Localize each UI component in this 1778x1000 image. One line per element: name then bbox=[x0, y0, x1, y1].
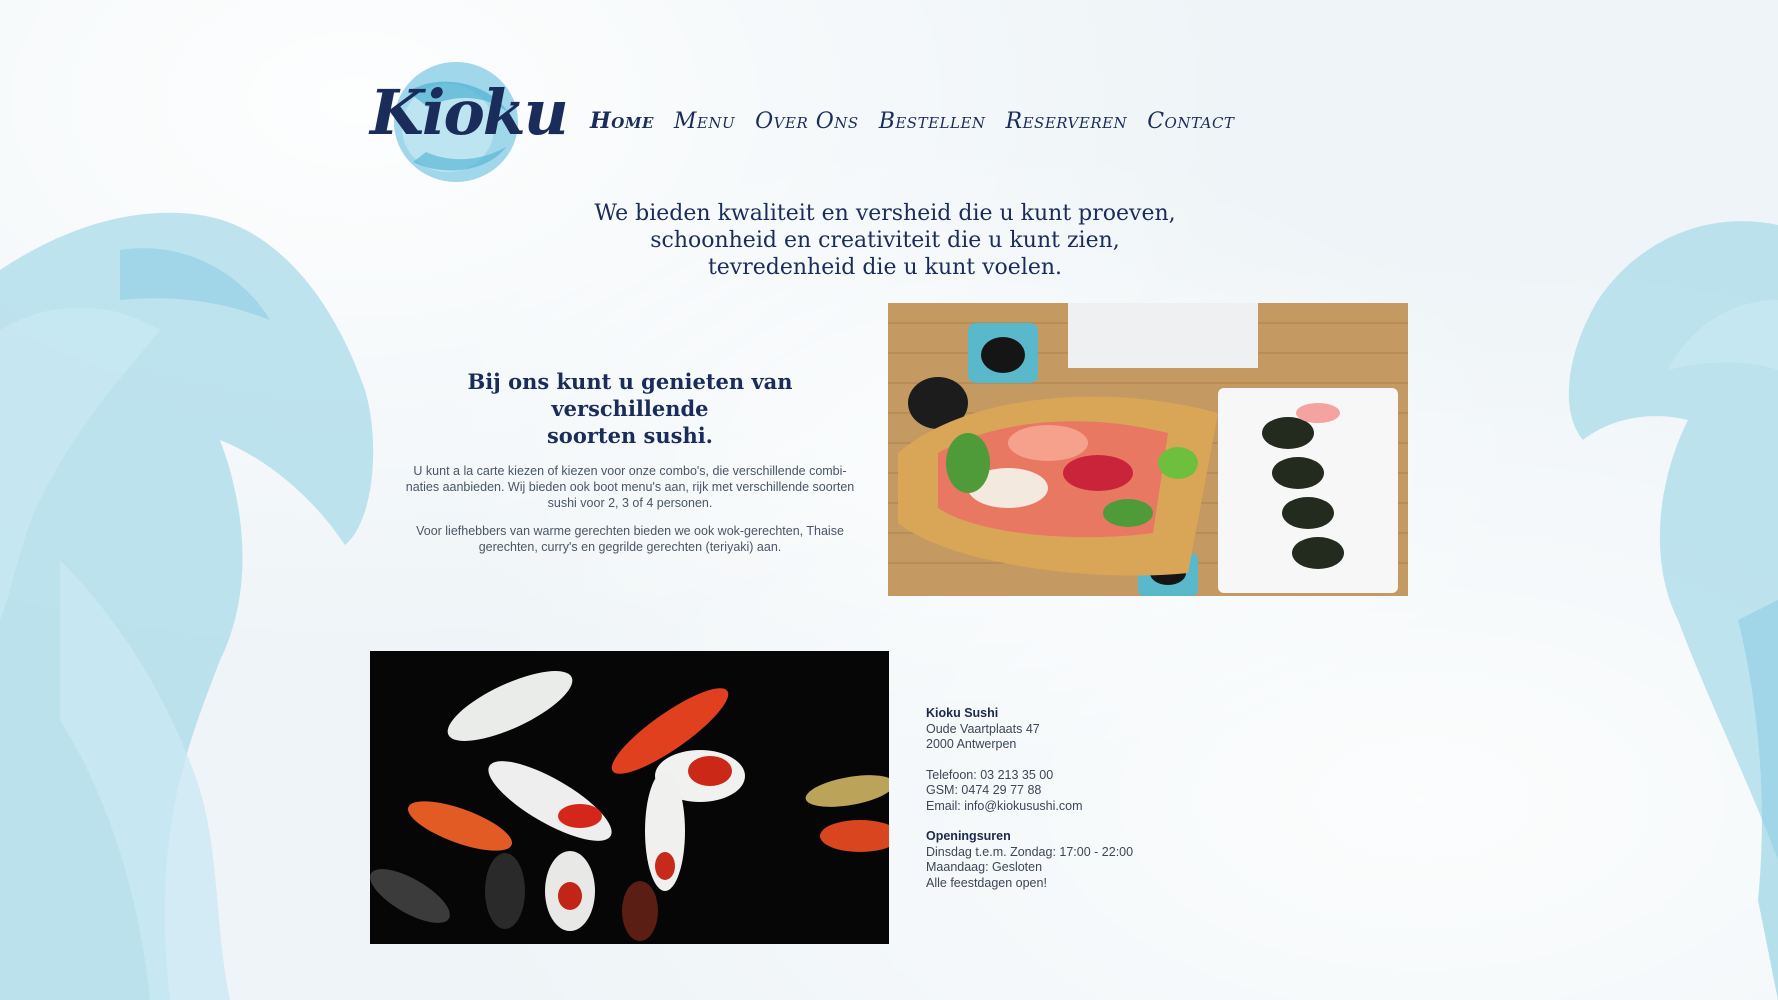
contact-spacer bbox=[926, 753, 1226, 768]
email-address[interactable]: Email: info@kiokusushi.com bbox=[926, 799, 1226, 815]
nav-item-bestellen[interactable]: Bestellen bbox=[879, 109, 986, 134]
opening-hours-line-3: Alle feestdagen open! bbox=[926, 875, 1047, 890]
koi-splash-left-decoration bbox=[0, 212, 374, 1000]
intro-section: Bij ons kunt u genieten van verschillend… bbox=[405, 368, 855, 567]
address-street: Oude Vaartplaats 47 bbox=[926, 721, 1040, 736]
sushi-boat-photo bbox=[888, 303, 1408, 596]
hours-spacer bbox=[926, 814, 1226, 829]
sushi-boat-illustration bbox=[888, 303, 1408, 596]
nav-item-over-ons[interactable]: Over Ons bbox=[755, 109, 859, 134]
business-name: Kioku Sushi bbox=[926, 706, 999, 720]
intro-paragraph-2: Voor liefhebbers van warme gerechten bie… bbox=[416, 524, 844, 554]
nav-item-home[interactable]: Home bbox=[590, 108, 654, 134]
opening-hours-line-1: Dinsdag t.e.m. Zondag: 17:00 - 22:00 bbox=[926, 844, 1134, 859]
opening-hours-title: Openingsuren bbox=[926, 829, 1011, 843]
nav-item-menu[interactable]: Menu bbox=[674, 109, 735, 134]
opening-hours-line-2: Maandaag: Gesloten bbox=[926, 860, 1043, 874]
koi-splash-right-decoration bbox=[1568, 221, 1778, 1000]
tagline-line-2: schoonheid en creativiteit die u kunt zi… bbox=[650, 228, 1120, 253]
tagline-line-3: tevredenheid die u kunt voelen. bbox=[707, 255, 1063, 280]
koi-fish-illustration bbox=[370, 651, 889, 944]
logo-wordmark: Kioku bbox=[370, 76, 569, 149]
intro-heading-line-2: soorten sushi. bbox=[546, 423, 713, 448]
intro-paragraph-1: U kunt a la carte kiezen of kiezen voor … bbox=[405, 464, 855, 510]
intro-heading: Bij ons kunt u genieten van verschillend… bbox=[405, 368, 855, 449]
nav-item-reserveren[interactable]: Reserveren bbox=[1006, 109, 1128, 134]
tagline-line-1: We bieden kwaliteit en versheid die u ku… bbox=[594, 201, 1176, 226]
gsm-number[interactable]: GSM: 0474 29 77 88 bbox=[926, 783, 1226, 799]
contact-info: Kioku Sushi Oude Vaartplaats 47 2000 Ant… bbox=[926, 706, 1226, 891]
intro-heading-line-1: Bij ons kunt u genieten van verschillend… bbox=[467, 369, 793, 421]
koi-fish-photo bbox=[370, 651, 889, 944]
nav-item-contact[interactable]: Contact bbox=[1147, 109, 1234, 134]
main-navigation: Home Menu Over Ons Bestellen Reserveren … bbox=[590, 108, 1234, 134]
kioku-logo[interactable]: Kioku bbox=[368, 52, 569, 192]
phone-number[interactable]: Telefoon: 03 213 35 00 bbox=[926, 768, 1226, 784]
hero-tagline: We bieden kwaliteit en versheid die u ku… bbox=[560, 200, 1210, 281]
address-city: 2000 Antwerpen bbox=[926, 737, 1017, 751]
